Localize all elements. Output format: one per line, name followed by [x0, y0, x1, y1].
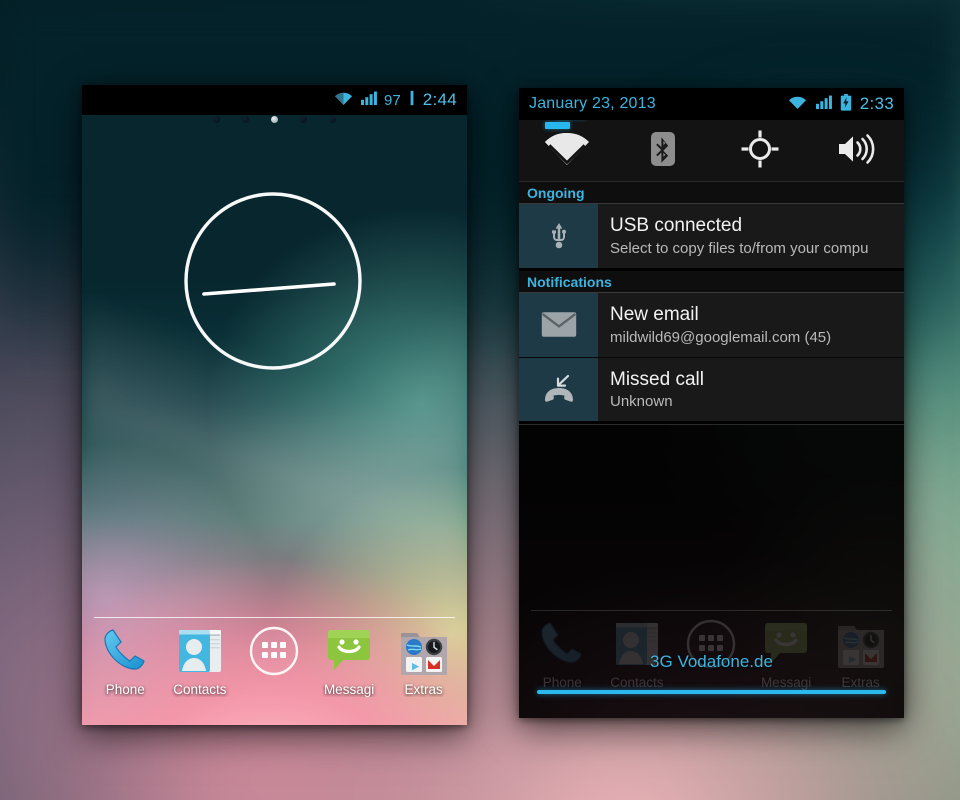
- home-clock-label: 2:44: [422, 90, 457, 109]
- page-dot: [213, 116, 220, 123]
- cellular-signal-icon: [360, 91, 377, 110]
- section-header-ongoing: Ongoing: [519, 182, 904, 204]
- dock-item-phone[interactable]: Phone: [89, 625, 161, 697]
- email-envelope-icon: [519, 292, 598, 357]
- notification-subtitle: mildwild69@googlemail.com (45): [610, 328, 832, 346]
- dock-divider: [94, 617, 455, 618]
- notification-item-call[interactable]: Missed call Unknown: [519, 356, 904, 422]
- notification-title: USB connected: [610, 215, 743, 236]
- phone-icon: [99, 625, 151, 677]
- wifi-icon: [544, 132, 590, 171]
- dock-item-messagi[interactable]: Messagi: [313, 625, 385, 697]
- dock-item-extras[interactable]: Extras: [388, 625, 460, 697]
- quick-settings-row: [519, 120, 904, 182]
- page-dot: [242, 116, 249, 123]
- panel-clock-label: 2:33: [859, 94, 894, 113]
- notification-panel-body: Phone Contacts Messagi Extras January 23…: [519, 88, 904, 718]
- usb-icon: [519, 204, 598, 268]
- page-indicator: [82, 116, 467, 123]
- wifi-icon: [788, 95, 807, 114]
- desktop-background: 97 2:44 Phone Contacts Messagi Extras Ph…: [0, 0, 960, 800]
- wifi-icon: [334, 91, 353, 110]
- ghost-dock-item-label: Messagi: [760, 675, 812, 690]
- notification-text: Missed call Unknown: [598, 358, 904, 422]
- battery-charging-icon: [840, 93, 852, 115]
- notification-title: Missed call: [610, 368, 704, 390]
- messaging-icon: [323, 625, 375, 677]
- ghost-dock-item-label: Extras: [841, 675, 880, 690]
- home-screen-phone: 97 2:44 Phone Contacts Messagi Extras: [82, 85, 467, 725]
- notification-shade-phone: Phone Contacts Messagi Extras January 23…: [519, 88, 904, 718]
- ghost-dock-item-label: Phone: [542, 675, 582, 690]
- speaker-volume-icon: [837, 133, 875, 170]
- home-dock: Phone Contacts Messagi Extras: [82, 617, 467, 725]
- bluetooth-toggle[interactable]: [615, 131, 711, 172]
- notification-title: New email: [610, 303, 699, 325]
- battery-icon: [408, 90, 416, 110]
- notification-subtitle: Select to copy files to/from your compu: [610, 239, 869, 257]
- folder-extras-icon: [398, 625, 450, 677]
- volume-toggle[interactable]: [808, 133, 904, 170]
- battery-percent-label: 97: [384, 91, 401, 109]
- location-crosshair-icon: [741, 130, 779, 173]
- location-toggle[interactable]: [712, 130, 808, 173]
- cellular-signal-icon: [815, 95, 832, 114]
- wifi-toggle[interactable]: [519, 132, 615, 171]
- section-header-notifications: Notifications: [519, 270, 904, 293]
- section-bottom-rule: [519, 421, 904, 425]
- dock-item-label: Contacts: [173, 682, 227, 697]
- dock-item-label: Phone: [105, 682, 145, 697]
- dock-item-label: Messagi: [323, 682, 375, 697]
- notification-text: USB connected Select to copy files to/fro…: [598, 204, 904, 268]
- notification-item-email[interactable]: New email mildwild69@googlemail.com (45): [519, 292, 904, 357]
- dock-item-contacts[interactable]: Contacts: [164, 625, 236, 697]
- notification-subtitle: Unknown: [610, 393, 673, 411]
- dock-item-label: Extras: [404, 682, 443, 697]
- home-status-bar: 97 2:44: [82, 85, 467, 115]
- page-dot: [300, 116, 307, 123]
- analog-clock-widget[interactable]: [182, 190, 364, 372]
- page-dot-active: [271, 116, 278, 123]
- notification-item-usb[interactable]: USB connected Select to copy files to/fro…: [519, 204, 904, 268]
- panel-date-label: January 23, 2013: [529, 95, 656, 112]
- contacts-icon: [174, 625, 226, 677]
- bluetooth-icon: [651, 131, 676, 172]
- carrier-label: 3G Vodafone.de: [650, 652, 773, 671]
- ghost-dock-divider: [531, 610, 892, 611]
- app-drawer-icon: [248, 625, 300, 677]
- missed-call-icon: [519, 357, 598, 422]
- panel-status-bar: January 23, 2013 2:33: [519, 88, 904, 120]
- dock-item-app-drawer[interactable]: [238, 625, 310, 682]
- notification-text: New email mildwild69@googlemail.com (45): [598, 293, 904, 357]
- ghost-dock-item-label: Contacts: [610, 675, 664, 690]
- drag-handle-bar[interactable]: [537, 690, 886, 694]
- page-dot: [329, 116, 336, 123]
